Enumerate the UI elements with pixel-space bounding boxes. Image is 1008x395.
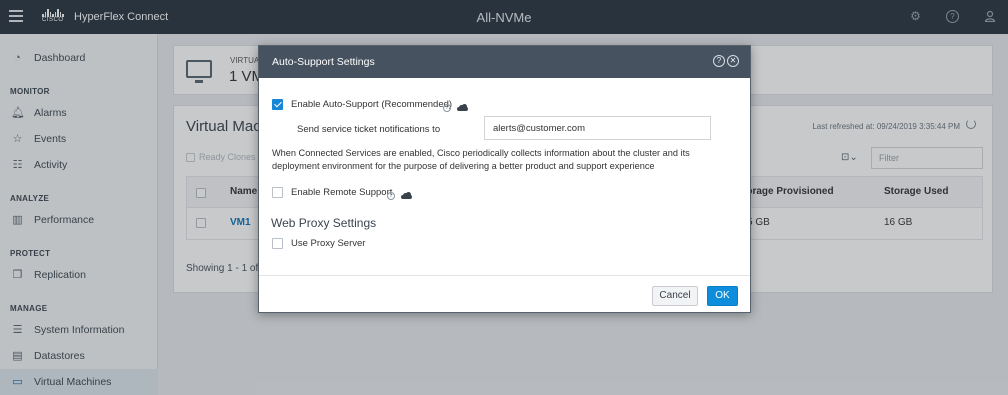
- cloud-icon: [457, 104, 468, 111]
- enable-auto-support-label: Enable Auto-Support (Recommended): [291, 99, 453, 110]
- use-proxy-server-checkbox[interactable]: [272, 238, 283, 249]
- auto-support-settings-dialog: Auto-Support Settings ? ✕ Enable Auto-Su…: [258, 45, 751, 313]
- help-icon[interactable]: ?: [713, 55, 725, 67]
- info-icon[interactable]: i: [443, 104, 451, 112]
- enable-auto-support-checkbox[interactable]: [272, 99, 283, 110]
- send-notifications-label: Send service ticket notifications to: [297, 124, 441, 135]
- use-proxy-server-label: Use Proxy Server: [291, 238, 366, 249]
- web-proxy-heading: Web Proxy Settings: [271, 216, 377, 230]
- enable-remote-support-checkbox[interactable]: [272, 187, 283, 198]
- info-icon[interactable]: i: [387, 192, 395, 200]
- dialog-header: Auto-Support Settings ? ✕: [259, 46, 750, 78]
- ok-button[interactable]: OK: [707, 286, 738, 306]
- cancel-button[interactable]: Cancel: [652, 286, 698, 306]
- dialog-title: Auto-Support Settings: [272, 56, 375, 68]
- dialog-footer: Cancel OK: [259, 275, 750, 314]
- close-icon[interactable]: ✕: [727, 55, 739, 67]
- connected-services-description: When Connected Services are enabled, Cis…: [272, 148, 690, 171]
- cloud-icon: [401, 192, 412, 199]
- enable-remote-support-label: Enable Remote Support: [291, 187, 393, 198]
- notification-email-input[interactable]: alerts@customer.com: [484, 116, 711, 140]
